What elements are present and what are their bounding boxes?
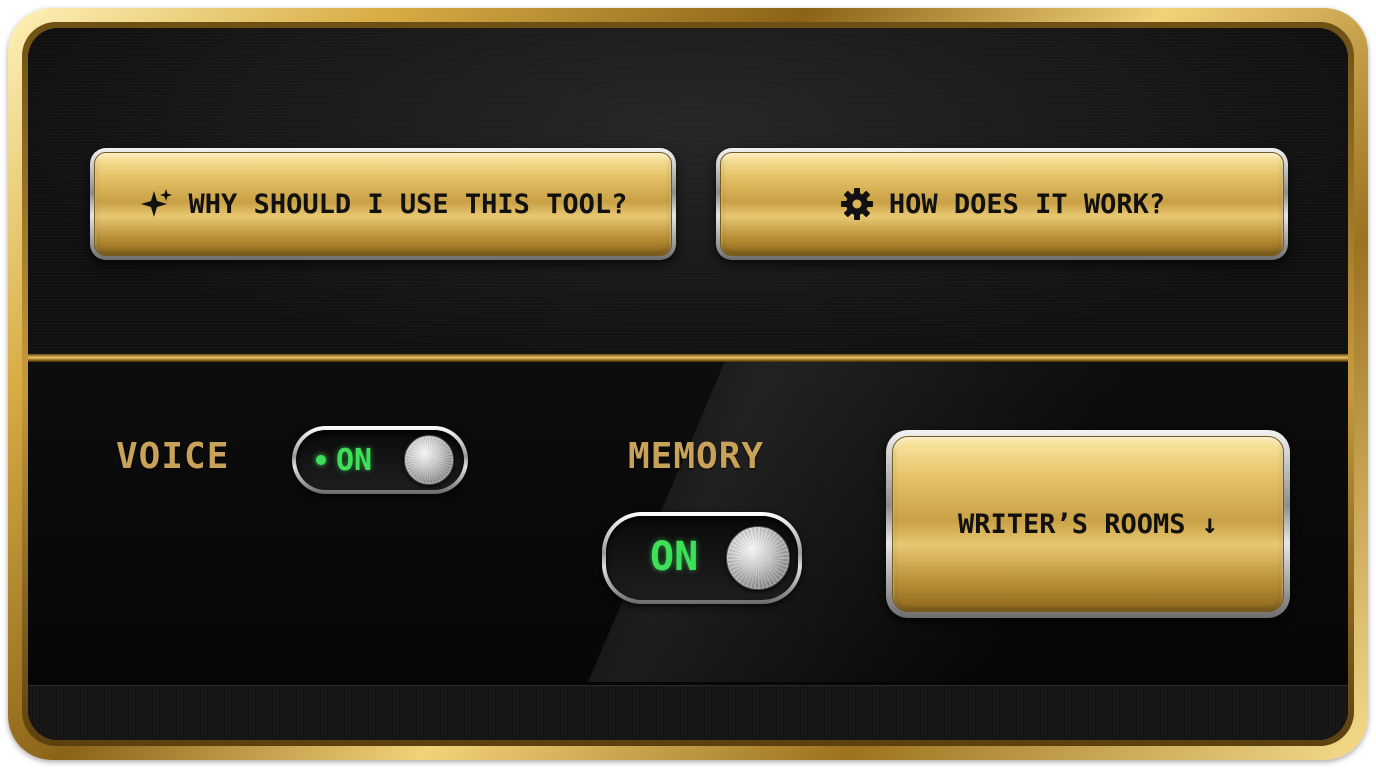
writers-rooms-button-face: WRITER’S ROOMS ↓ bbox=[892, 436, 1284, 612]
sparkle-icon bbox=[139, 186, 175, 222]
why-use-tool-button-face: WHY SHOULD I USE THIS TOOL? bbox=[94, 152, 672, 256]
voice-status-dot bbox=[316, 455, 326, 465]
top-section: WHY SHOULD I USE THIS TOOL? HOW DOES IT … bbox=[28, 28, 1348, 354]
voice-label: VOICE bbox=[116, 436, 230, 477]
why-use-tool-button[interactable]: WHY SHOULD I USE THIS TOOL? bbox=[90, 148, 676, 260]
memory-toggle-knob[interactable] bbox=[726, 526, 790, 590]
memory-toggle-track: ON bbox=[606, 516, 798, 600]
gold-divider bbox=[28, 354, 1348, 362]
memory-toggle-state: ON bbox=[650, 534, 699, 580]
control-panel: WHY SHOULD I USE THIS TOOL? HOW DOES IT … bbox=[28, 28, 1348, 740]
voice-toggle-state: ON bbox=[336, 443, 373, 478]
bottom-strip bbox=[28, 685, 1348, 740]
how-it-works-button[interactable]: HOW DOES IT WORK? bbox=[716, 148, 1288, 260]
how-it-works-button-face: HOW DOES IT WORK? bbox=[720, 152, 1284, 256]
why-use-tool-label: WHY SHOULD I USE THIS TOOL? bbox=[188, 188, 628, 220]
writers-rooms-label: WRITER’S ROOMS ↓ bbox=[957, 508, 1219, 540]
voice-toggle-track: ON bbox=[296, 430, 464, 490]
memory-label: MEMORY bbox=[628, 436, 765, 477]
voice-toggle-knob[interactable] bbox=[404, 435, 454, 485]
memory-toggle[interactable]: ON bbox=[602, 512, 802, 604]
how-it-works-label: HOW DOES IT WORK? bbox=[888, 188, 1166, 220]
writers-rooms-button[interactable]: WRITER’S ROOMS ↓ bbox=[886, 430, 1290, 618]
control-panel-frame: WHY SHOULD I USE THIS TOOL? HOW DOES IT … bbox=[8, 8, 1368, 760]
gear-icon bbox=[839, 186, 875, 222]
voice-toggle[interactable]: ON bbox=[292, 426, 468, 494]
